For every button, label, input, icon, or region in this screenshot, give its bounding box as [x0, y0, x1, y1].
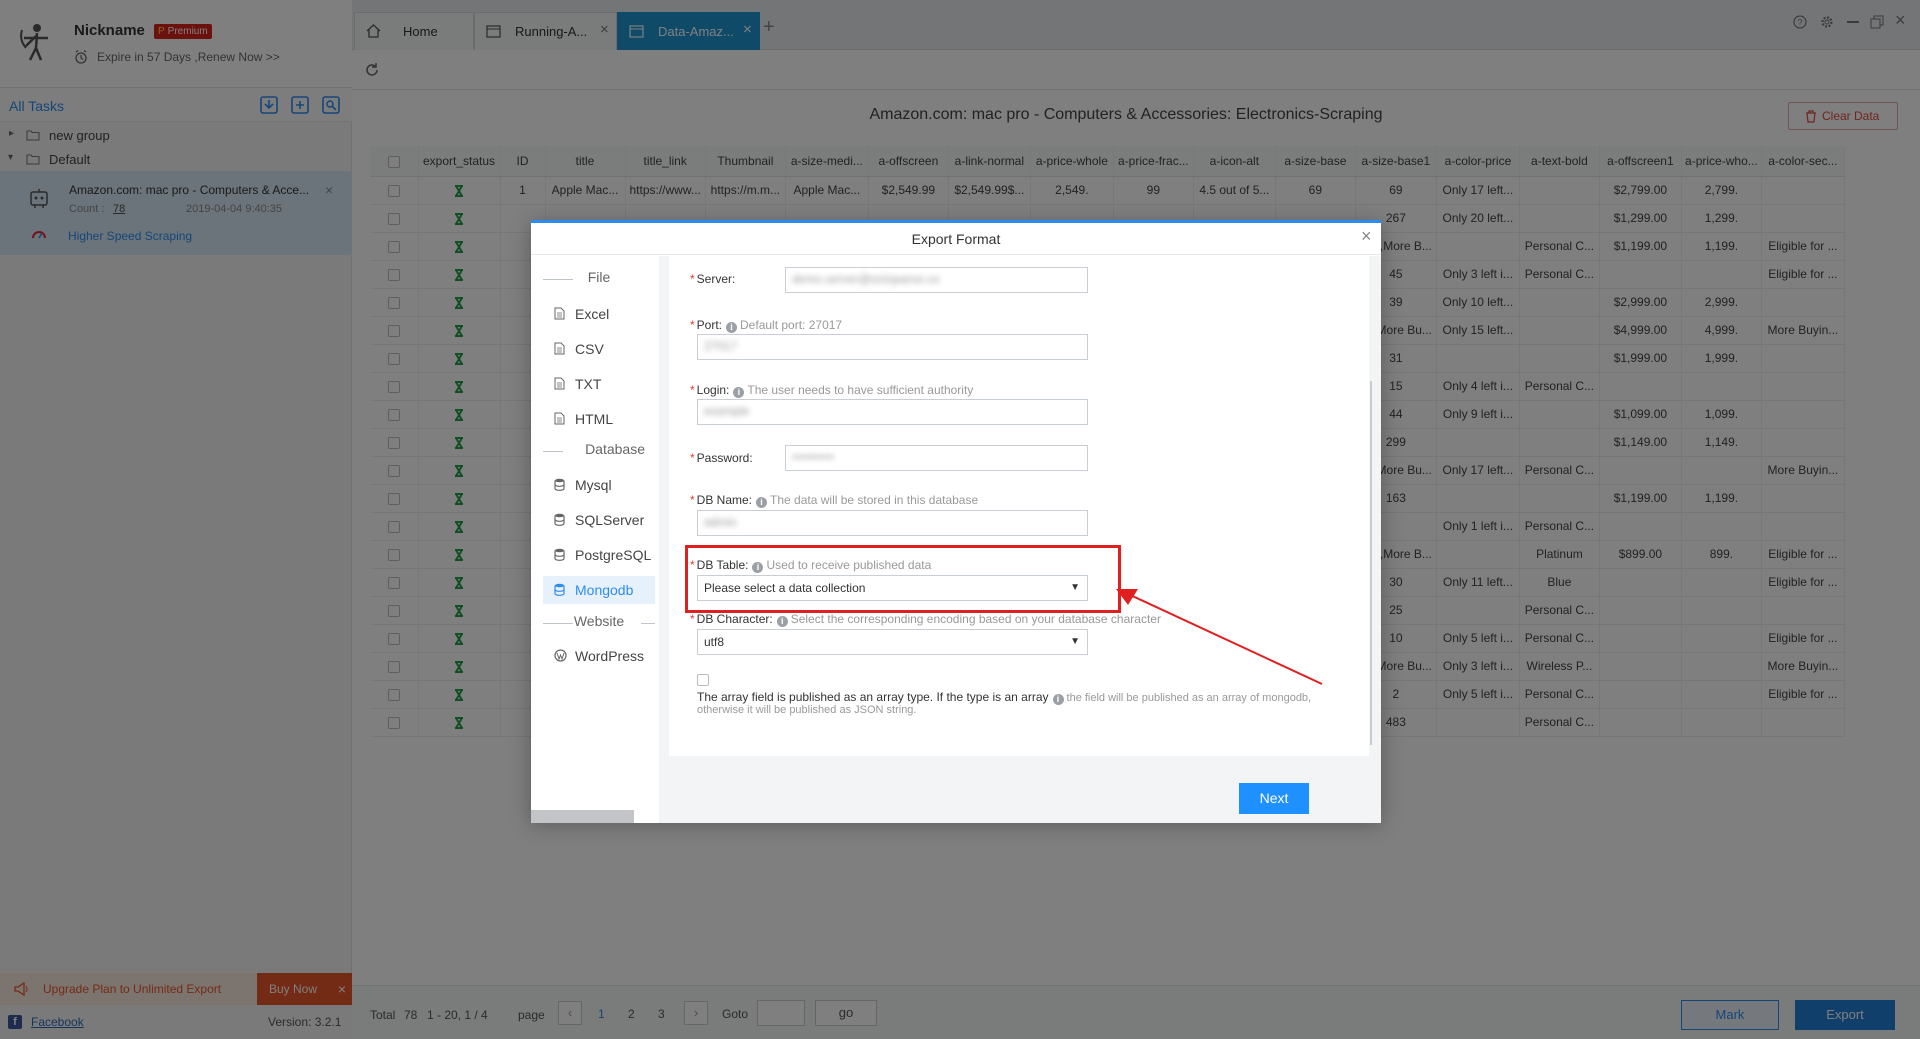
required-asterisk: * — [690, 451, 695, 465]
login-label: * Login: i The user needs to have sufficien… — [690, 383, 973, 398]
section-label: Database — [585, 441, 645, 457]
dbchar-label: * DB Character: i Select the corresponding … — [690, 612, 1161, 627]
menu-item-label: HTML — [575, 411, 614, 427]
array-hint-line2: otherwise it will be published as JSON s… — [697, 704, 917, 716]
port-label-text: Port: — [696, 318, 723, 332]
info-icon: i — [1052, 694, 1064, 705]
port-value: 27017 — [704, 339, 738, 353]
menu-item-sqlserver[interactable]: SQLServer — [543, 506, 655, 534]
password-label-text: Password: — [696, 451, 753, 465]
server-label-text: Server: — [696, 272, 736, 286]
login-input[interactable]: example — [697, 399, 1088, 425]
arrow-line — [1125, 592, 1323, 685]
port-input[interactable]: 27017 — [697, 334, 1088, 360]
dbchar-label-text: DB Character: — [696, 612, 773, 626]
dbname-label-text: DB Name: — [696, 493, 753, 507]
dialog-title: Export Format — [531, 223, 1381, 255]
next-button[interactable]: Next — [1239, 783, 1309, 814]
file-icon — [554, 342, 565, 355]
required-asterisk: * — [690, 318, 695, 332]
menu-item-mongodb[interactable]: Mongodb — [543, 576, 655, 604]
menu-item-label: CSV — [575, 341, 604, 357]
menu-item-txt[interactable]: TXT — [543, 370, 655, 398]
menu-item-mysql[interactable]: Mysql — [543, 471, 655, 499]
menu-item-label: Excel — [575, 306, 610, 322]
dropdown-arrow-icon: ▼ — [1070, 636, 1080, 647]
info-icon: i — [776, 616, 788, 627]
port-label: * Port: i Default port: 27017 — [690, 318, 842, 333]
required-asterisk: * — [690, 612, 695, 626]
menu-item-wordpress[interactable]: WordPress — [543, 642, 655, 670]
database-icon — [554, 478, 565, 491]
export-type-menu: File Excel CSV TXT HTML Database Mysql S… — [531, 256, 659, 823]
server-value: demo.server@octoparse.co — [792, 272, 940, 286]
menu-item-label: SQLServer — [575, 512, 645, 528]
database-icon — [554, 548, 565, 561]
dbchar-select[interactable]: utf8 ▼ — [697, 629, 1088, 655]
database-section-header: Database — [543, 441, 655, 461]
file-section-header: File — [543, 269, 655, 289]
login-hint-text: The user needs to have sufficient author… — [747, 383, 974, 397]
password-input[interactable]: •••••••••• — [785, 445, 1088, 471]
export-format-dialog: Export Format × File Excel CSV TXT HTML … — [531, 220, 1381, 823]
password-label: * Password: — [690, 451, 753, 465]
divider — [641, 623, 655, 624]
port-hint-text: Default port: 27017 — [740, 318, 843, 332]
form-scrollbar[interactable] — [1370, 381, 1372, 745]
dbname-hint: i The data will be stored in this databas… — [756, 493, 979, 508]
port-hint: i Default port: 27017 — [726, 318, 843, 333]
divider — [543, 279, 573, 280]
menu-item-csv[interactable]: CSV — [543, 335, 655, 363]
info-icon: i — [733, 387, 745, 398]
menu-item-postgresql[interactable]: PostgreSQL — [543, 541, 655, 569]
menu-item-label: PostgreSQL — [575, 547, 652, 563]
dialog-body: * Server: demo.server@octoparse.co * Port:… — [659, 256, 1381, 823]
menu-item-label: Mysql — [575, 477, 612, 493]
database-icon — [554, 583, 565, 596]
website-section-header: Website — [543, 613, 655, 633]
info-icon: i — [726, 322, 738, 333]
left-panel-scrollbar[interactable] — [531, 810, 634, 823]
highlight-box — [685, 545, 1121, 613]
menu-item-excel[interactable]: Excel — [543, 300, 655, 328]
required-asterisk: * — [690, 383, 695, 397]
dbname-value: admin — [704, 515, 737, 529]
section-label: Website — [573, 613, 625, 629]
array-type-checkbox[interactable] — [697, 674, 709, 686]
divider — [543, 451, 563, 452]
file-icon — [554, 412, 565, 425]
menu-item-label: WordPress — [575, 648, 644, 664]
login-hint: i The user needs to have sufficient autho… — [733, 383, 974, 398]
dbname-input[interactable]: admin — [697, 510, 1088, 536]
database-icon — [554, 513, 565, 526]
login-value: example — [704, 404, 750, 418]
wordpress-icon — [554, 649, 567, 662]
menu-item-html[interactable]: HTML — [543, 405, 655, 433]
array-label-text: The array field is published as an array… — [697, 690, 1049, 704]
annotation-arrow — [1116, 589, 1323, 685]
info-icon: i — [756, 497, 768, 508]
menu-item-label: TXT — [575, 376, 602, 392]
server-label: * Server: — [690, 272, 735, 286]
menu-item-label: Mongodb — [575, 582, 634, 598]
dbchar-selected-value: utf8 — [704, 635, 725, 649]
login-label-text: Login: — [696, 383, 730, 397]
required-asterisk: * — [690, 493, 695, 507]
password-value: •••••••••• — [792, 450, 835, 464]
close-dialog-icon[interactable]: × — [1361, 226, 1372, 247]
server-input[interactable]: demo.server@octoparse.co — [785, 267, 1088, 293]
dbname-hint-text: The data will be stored in this database — [770, 493, 979, 507]
section-label: File — [587, 269, 611, 285]
dbname-label: * DB Name: i The data will be stored in thi… — [690, 493, 978, 508]
required-asterisk: * — [690, 272, 695, 286]
divider — [543, 623, 573, 624]
file-icon — [554, 307, 565, 320]
file-icon — [554, 377, 565, 390]
